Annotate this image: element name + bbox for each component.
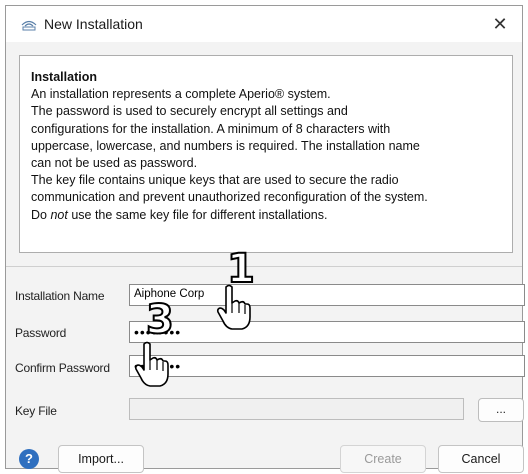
password-input[interactable]: •••••••• xyxy=(129,321,525,343)
new-installation-dialog: New Installation ✕ Installation An insta… xyxy=(5,5,525,473)
title-bar: New Installation ✕ xyxy=(6,6,522,42)
info-line: can not be used as password. xyxy=(31,156,198,171)
info-line: communication and prevent unauthorized r… xyxy=(31,190,428,205)
info-line: The key file contains unique keys that a… xyxy=(31,173,399,188)
step-3-marker: 3 xyxy=(145,296,175,344)
confirm-password-input[interactable]: •••••••• xyxy=(129,355,525,377)
password-label: Password xyxy=(15,326,67,340)
confirm-password-label: Confirm Password xyxy=(15,361,110,375)
key-file-input[interactable] xyxy=(129,398,464,420)
info-heading: Installation xyxy=(31,70,97,84)
installation-info-box: Installation An installation represents … xyxy=(19,55,513,253)
create-button[interactable]: Create xyxy=(340,445,426,473)
close-button[interactable]: ✕ xyxy=(478,6,522,42)
pointer-hand-icon xyxy=(134,341,169,387)
cancel-button[interactable]: Cancel xyxy=(438,445,524,473)
key-file-label: Key File xyxy=(15,404,57,418)
info-line-key-warning: Do not use the same key file for differe… xyxy=(31,207,328,222)
close-icon: ✕ xyxy=(492,13,508,34)
installation-name-input[interactable]: Aiphone Corp xyxy=(129,284,525,306)
browse-key-file-button[interactable]: ... xyxy=(478,398,524,422)
info-line: The password is used to securely encrypt… xyxy=(31,104,348,119)
router-icon xyxy=(21,20,37,31)
section-divider xyxy=(6,266,522,267)
info-line: configurations for the installation. A m… xyxy=(31,121,391,136)
installation-name-label: Installation Name xyxy=(15,289,105,303)
info-line: uppercase, lowercase, and numbers is req… xyxy=(31,138,420,153)
window-title: New Installation xyxy=(44,16,143,32)
pointer-hand-icon xyxy=(216,284,251,330)
info-line: An installation represents a complete Ap… xyxy=(31,87,331,102)
help-icon[interactable]: ? xyxy=(19,449,39,469)
import-button[interactable]: Import... xyxy=(58,445,144,473)
